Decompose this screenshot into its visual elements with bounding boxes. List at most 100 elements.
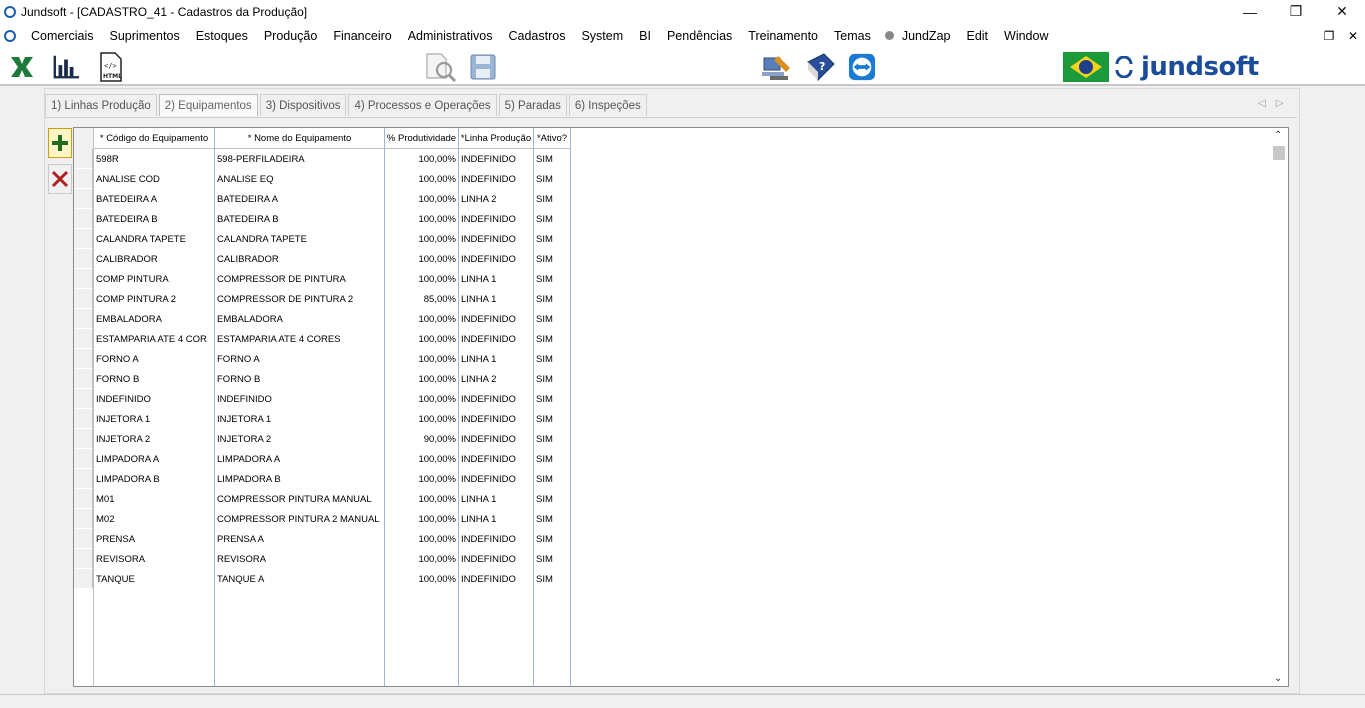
cell-codigo[interactable]: INDEFINIDO	[93, 389, 214, 409]
cell-nome[interactable]: CALIBRADOR	[214, 249, 384, 269]
cell-linha-producao[interactable]: INDEFINIDO	[458, 409, 533, 429]
table-row[interactable]: COMP PINTURA 2 COMPRESSOR DE PINTURA 2 85,…	[74, 289, 570, 309]
cell-linha-producao[interactable]: LINHA 2	[458, 189, 533, 209]
cell-ativo[interactable]: SIM	[533, 149, 570, 169]
cell-nome[interactable]: EMBALADORA	[214, 309, 384, 329]
row-selector[interactable]	[74, 489, 93, 509]
cell-codigo[interactable]: LIMPADORA B	[93, 469, 214, 489]
table-row[interactable]: REVISORA REVISORA 100,00% INDEFINIDO SIM	[74, 549, 570, 569]
cell-produtividade[interactable]: 100,00%	[384, 389, 458, 409]
cell-nome[interactable]: BATEDEIRA B	[214, 209, 384, 229]
cell-codigo[interactable]: PRENSA	[93, 529, 214, 549]
cell-nome[interactable]: TANQUE A	[214, 569, 384, 589]
cell-nome[interactable]: ANALISE EQ	[214, 169, 384, 189]
cell-codigo[interactable]: 598R	[93, 149, 214, 169]
menu-cadastros[interactable]: Cadastros	[500, 23, 573, 48]
table-row[interactable]: FORNO A FORNO A 100,00% LINHA 1 SIM	[74, 349, 570, 369]
menu-temas[interactable]: Temas	[826, 23, 879, 48]
tab-dispositivos[interactable]: 3) Dispositivos	[259, 94, 347, 116]
cell-ativo[interactable]: SIM	[533, 429, 570, 449]
cell-linha-producao[interactable]: INDEFINIDO	[458, 569, 533, 589]
cell-linha-producao[interactable]: LINHA 2	[458, 369, 533, 389]
cell-ativo[interactable]: SIM	[533, 489, 570, 509]
cell-codigo[interactable]: BATEDEIRA B	[93, 209, 214, 229]
table-row[interactable]: PRENSA PRENSA A 100,00% INDEFINIDO SIM	[74, 529, 570, 549]
cell-ativo[interactable]: SIM	[533, 449, 570, 469]
cell-nome[interactable]: LIMPADORA B	[214, 469, 384, 489]
header-nome[interactable]: * Nome do Equipamento	[215, 128, 385, 149]
menu-window[interactable]: Window	[996, 23, 1056, 48]
menu-comerciais[interactable]: Comerciais	[23, 23, 102, 48]
cell-nome[interactable]: CALANDRA TAPETE	[214, 229, 384, 249]
menu-jundzap[interactable]: JundZap	[894, 23, 959, 48]
scroll-up-icon[interactable]: ⌃	[1274, 130, 1282, 141]
cell-nome[interactable]: INDEFINIDO	[214, 389, 384, 409]
cell-codigo[interactable]: TANQUE	[93, 569, 214, 589]
cell-linha-producao[interactable]: INDEFINIDO	[458, 209, 533, 229]
cell-nome[interactable]: REVISORA	[214, 549, 384, 569]
cell-codigo[interactable]: REVISORA	[93, 549, 214, 569]
cell-ativo[interactable]: SIM	[533, 229, 570, 249]
maximize-button[interactable]: ❐	[1273, 0, 1319, 23]
tab-processos-operacoes[interactable]: 4) Processos e Operações	[348, 94, 497, 116]
cell-produtividade[interactable]: 100,00%	[384, 309, 458, 329]
cell-linha-producao[interactable]: INDEFINIDO	[458, 549, 533, 569]
cell-produtividade[interactable]: 100,00%	[384, 409, 458, 429]
menu-suprimentos[interactable]: Suprimentos	[102, 23, 188, 48]
cell-produtividade[interactable]: 100,00%	[384, 169, 458, 189]
table-row[interactable]: CALANDRA TAPETE CALANDRA TAPETE 100,00% IND…	[74, 229, 570, 249]
table-row[interactable]: INJETORA 1 INJETORA 1 100,00% INDEFINIDO SIM	[74, 409, 570, 429]
table-row[interactable]: EMBALADORA EMBALADORA 100,00% INDEFINIDO SIM	[74, 309, 570, 329]
cell-linha-producao[interactable]: LINHA 1	[458, 269, 533, 289]
cell-codigo[interactable]: ANALISE COD	[93, 169, 214, 189]
cell-nome[interactable]: INJETORA 1	[214, 409, 384, 429]
tab-equipamentos[interactable]: 2) Equipamentos	[158, 94, 258, 116]
table-row[interactable]: ANALISE COD ANALISE EQ 100,00% INDEFINIDO SI…	[74, 169, 570, 189]
menu-producao[interactable]: Produção	[256, 23, 326, 48]
cell-linha-producao[interactable]: LINHA 1	[458, 509, 533, 529]
cell-produtividade[interactable]: 100,00%	[384, 209, 458, 229]
cell-nome[interactable]: LIMPADORA A	[214, 449, 384, 469]
add-button[interactable]	[48, 128, 72, 158]
cell-ativo[interactable]: SIM	[533, 249, 570, 269]
scroll-thumb[interactable]	[1273, 146, 1285, 160]
chart-icon[interactable]	[52, 53, 80, 81]
cell-produtividade[interactable]: 100,00%	[384, 149, 458, 169]
cell-linha-producao[interactable]: INDEFINIDO	[458, 429, 533, 449]
row-selector[interactable]	[74, 349, 93, 369]
cell-linha-producao[interactable]: LINHA 1	[458, 489, 533, 509]
cell-nome[interactable]: FORNO B	[214, 369, 384, 389]
scroll-down-icon[interactable]: ⌄	[1274, 673, 1282, 684]
delete-button[interactable]	[48, 164, 72, 194]
close-button[interactable]: ✕	[1319, 0, 1365, 23]
tab-scroll-right-icon[interactable]: ▷	[1276, 98, 1284, 109]
help-book-icon[interactable]: ?	[803, 53, 837, 81]
minimize-button[interactable]: —	[1227, 0, 1273, 23]
row-selector[interactable]	[74, 549, 93, 569]
cell-ativo[interactable]: SIM	[533, 529, 570, 549]
table-row[interactable]: CALIBRADOR CALIBRADOR 100,00% INDEFINIDO SIM	[74, 249, 570, 269]
cell-ativo[interactable]: SIM	[533, 509, 570, 529]
table-row[interactable]: M01 COMPRESSOR PINTURA MANUAL 100,00% LINHA…	[74, 489, 570, 509]
cell-produtividade[interactable]: 100,00%	[384, 329, 458, 349]
row-selector[interactable]	[74, 189, 93, 209]
tab-paradas[interactable]: 5) Paradas	[498, 94, 567, 116]
cell-codigo[interactable]: FORNO B	[93, 369, 214, 389]
table-row[interactable]: 598R 598-PERFILADEIRA 100,00% INDEFINIDO SIM	[74, 149, 570, 169]
cell-ativo[interactable]: SIM	[533, 189, 570, 209]
row-selector[interactable]	[74, 329, 93, 349]
row-selector[interactable]	[74, 469, 93, 489]
cell-linha-producao[interactable]: INDEFINIDO	[458, 329, 533, 349]
mdi-close-icon[interactable]: ✕	[1341, 29, 1365, 43]
cell-produtividade[interactable]: 100,00%	[384, 229, 458, 249]
row-selector[interactable]	[74, 389, 93, 409]
cell-codigo[interactable]: ESTAMPARIA ATE 4 COR	[93, 329, 214, 349]
tab-scroll-left-icon[interactable]: ◁	[1258, 98, 1266, 109]
cell-nome[interactable]: COMPRESSOR DE PINTURA 2	[214, 289, 384, 309]
save-icon[interactable]	[469, 53, 497, 81]
remote-support-icon[interactable]	[760, 53, 794, 81]
table-row[interactable]: LIMPADORA A LIMPADORA A 100,00% INDEFINIDO S…	[74, 449, 570, 469]
cell-linha-producao[interactable]: INDEFINIDO	[458, 149, 533, 169]
table-row[interactable]: ESTAMPARIA ATE 4 COR ESTAMPARIA ATE 4 COR…	[74, 329, 570, 349]
cell-produtividade[interactable]: 100,00%	[384, 549, 458, 569]
